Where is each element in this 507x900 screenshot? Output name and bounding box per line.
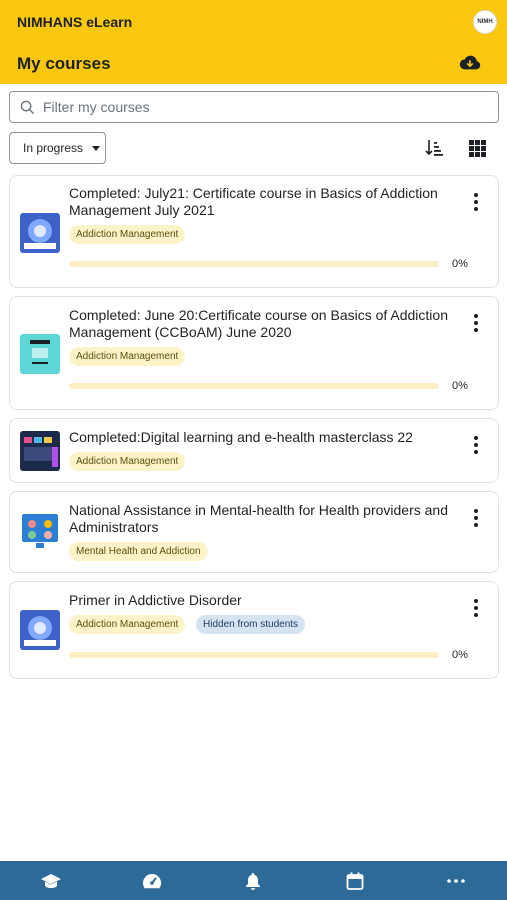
search-icon (20, 100, 35, 114)
dashboard-gauge-icon (143, 873, 162, 888)
caret-down-icon (92, 145, 101, 151)
course-image (20, 334, 60, 374)
page-title: My courses (17, 54, 111, 73)
tab-calendar[interactable] (335, 866, 375, 896)
graduation-cap-icon (40, 873, 61, 888)
app-header: NIMHANS eLearn NIMH My courses (0, 0, 507, 84)
course-image (20, 610, 60, 650)
course-category-badge: Mental Health and Addiction (69, 542, 208, 561)
tab-more[interactable] (436, 866, 476, 896)
more-options-icon[interactable] (474, 193, 478, 211)
course-card[interactable]: Completed: June 20:Certificate course on… (9, 296, 499, 410)
site-name: NIMHANS eLearn (17, 14, 133, 30)
course-card[interactable]: Completed: July21: Certificate course in… (9, 175, 499, 288)
course-card[interactable]: National Assistance in Mental-health for… (9, 491, 499, 573)
progress-bar (69, 261, 439, 267)
bottom-tab-bar (0, 861, 507, 900)
progress-bar (69, 652, 439, 658)
cloud-download-icon[interactable] (459, 54, 481, 72)
course-title[interactable]: Primer in Addictive Disorder (69, 592, 458, 609)
course-image (20, 431, 60, 471)
course-card[interactable]: Primer in Addictive Disorder Addiction M… (9, 581, 499, 679)
search-box[interactable] (9, 91, 499, 123)
course-category-badge: Addiction Management (69, 347, 186, 366)
course-category-badge: Addiction Management (69, 615, 186, 634)
progress-percent: 0% (452, 380, 468, 392)
course-title[interactable]: Completed:Digital learning and e-health … (69, 429, 458, 446)
course-image (20, 512, 60, 552)
filter-selected-label: In progress (23, 141, 84, 155)
progress-percent: 0% (452, 258, 468, 270)
course-card[interactable]: Completed:Digital learning and e-health … (9, 418, 499, 483)
tab-notifications[interactable] (233, 866, 273, 896)
sort-descending-icon[interactable] (425, 139, 445, 157)
course-title[interactable]: Completed: July21: Certificate course in… (69, 185, 458, 219)
site-logo[interactable]: NIMH (473, 10, 497, 34)
more-icon (447, 878, 466, 883)
logo-text: NIMH (477, 19, 493, 25)
progress-bar (69, 383, 439, 389)
course-category-badge: Addiction Management (69, 452, 186, 471)
more-options-icon[interactable] (474, 509, 478, 527)
course-title[interactable]: Completed: June 20:Certificate course on… (69, 307, 458, 341)
search-input[interactable] (43, 99, 483, 115)
course-image (20, 213, 60, 253)
status-filter-select[interactable]: In progress (9, 132, 106, 164)
hidden-status-badge: Hidden from students (196, 615, 306, 634)
tab-dashboard[interactable] (132, 866, 172, 896)
more-options-icon[interactable] (474, 314, 478, 332)
more-options-icon[interactable] (474, 436, 478, 454)
more-options-icon[interactable] (474, 599, 478, 617)
bell-icon (246, 872, 261, 890)
course-title[interactable]: National Assistance in Mental-health for… (69, 502, 458, 536)
progress-percent: 0% (452, 649, 468, 661)
grid-view-icon[interactable] (469, 140, 486, 157)
calendar-icon (346, 872, 364, 890)
tab-my-courses[interactable] (31, 866, 71, 896)
course-category-badge: Addiction Management (69, 225, 186, 244)
